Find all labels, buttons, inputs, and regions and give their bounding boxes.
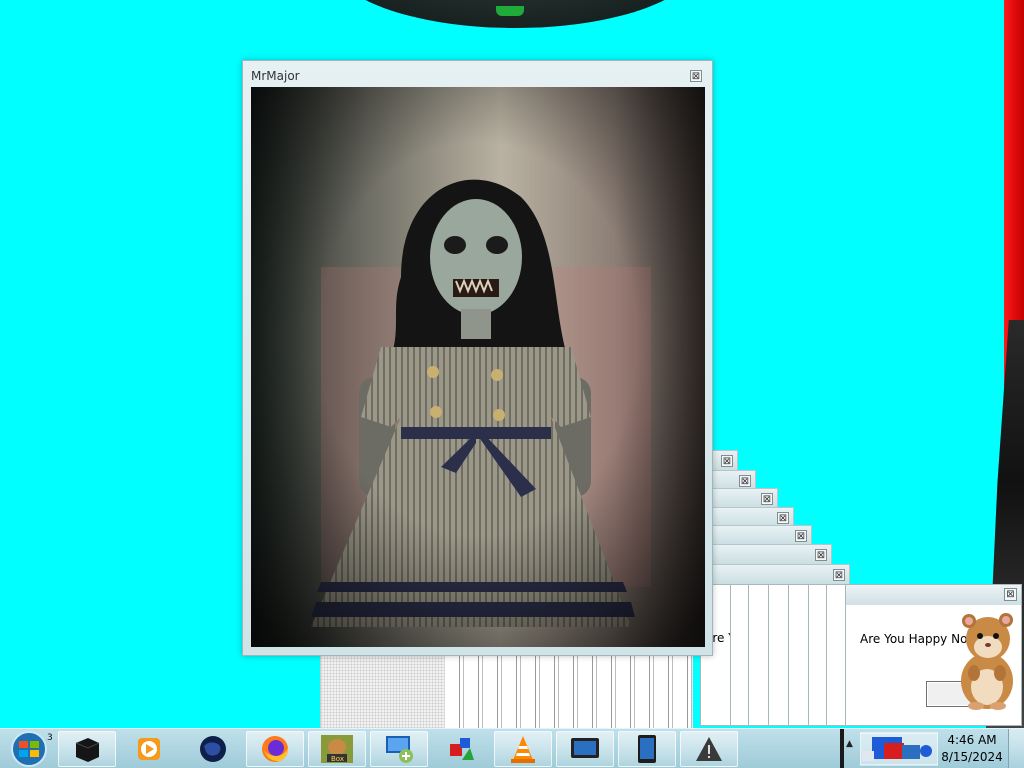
taskbar-app-tablet[interactable] <box>618 731 676 767</box>
tray-overflow-arrow[interactable]: ▲ <box>846 739 853 749</box>
warning-triangle-icon <box>696 737 722 761</box>
taskbar-app-black-cube[interactable] <box>58 731 116 767</box>
clock-date[interactable]: 8/15/2024 <box>937 750 1007 764</box>
clock-time[interactable]: 4:46 AM <box>942 733 1002 747</box>
window-title: MrMajor <box>251 69 300 83</box>
desktop: ⊠ ⊠ ⊠ ⊠ ⊠ ⊠ ⊠ are Y A A A A A A ⊠ <box>0 0 1024 768</box>
firefox-icon <box>262 736 288 762</box>
glitch-column-artifacts <box>445 652 692 728</box>
taskbar: 3 Box ▲ 4:46 AM 8/15/2024 <box>0 728 1024 768</box>
start-badge: 3 <box>47 733 53 743</box>
close-icon[interactable]: ⊠ <box>690 70 702 82</box>
close-icon[interactable]: ⊠ <box>739 475 751 487</box>
tray-app-icon[interactable] <box>860 731 938 767</box>
close-icon[interactable]: ⊠ <box>777 512 789 524</box>
black-cube-icon <box>75 738 100 762</box>
monitor-icon <box>571 738 599 758</box>
close-icon[interactable]: ⊠ <box>1004 588 1017 601</box>
taskbar-app-firefox[interactable] <box>246 731 304 767</box>
taskbar-app-vlc[interactable] <box>494 731 552 767</box>
shapes-icon <box>450 738 474 760</box>
stacked-window-titlebar[interactable]: ⊠ <box>706 544 832 566</box>
taskbar-app-network-computer[interactable] <box>370 731 428 767</box>
dark-globe-icon <box>200 736 226 762</box>
creepy-doll-photo <box>251 87 705 647</box>
taskbar-app-dark-globe[interactable] <box>184 731 242 767</box>
vlc-cone-icon <box>511 736 535 763</box>
top-dock <box>330 0 700 28</box>
mrmajor-window: MrMajor ⊠ <box>242 60 713 656</box>
dock-indicator-led <box>496 6 524 16</box>
close-icon[interactable]: ⊠ <box>761 493 773 505</box>
taskbar-app-warning[interactable] <box>680 731 738 767</box>
hamster-image <box>961 613 1013 710</box>
hamster-box-label: Box <box>331 755 344 763</box>
taskbar-app-hamster-box[interactable]: Box <box>308 731 366 767</box>
close-icon[interactable]: ⊠ <box>815 549 827 561</box>
dialog-titlebar[interactable]: ⊠ <box>846 585 1021 605</box>
stacked-window-titlebar[interactable]: ⊠ <box>706 564 850 586</box>
taskbar-app-media-player[interactable] <box>120 731 178 767</box>
media-player-icon <box>138 738 160 760</box>
close-icon[interactable]: ⊠ <box>721 455 733 467</box>
taskbar-app-monitor[interactable] <box>556 731 614 767</box>
close-icon[interactable]: ⊠ <box>795 530 807 542</box>
are-you-happy-now-dialog: ⊠ Are You Happy Now <box>845 584 1022 726</box>
close-icon[interactable]: ⊠ <box>833 569 845 581</box>
hamster-box-icon: Box <box>321 735 353 763</box>
network-computer-icon <box>386 736 413 763</box>
start-button[interactable]: 3 <box>3 730 55 768</box>
tray-divider <box>840 729 844 768</box>
tablet-icon <box>638 735 656 763</box>
show-desktop-button[interactable] <box>1008 729 1024 768</box>
taskbar-app-shapes[interactable] <box>432 731 490 767</box>
